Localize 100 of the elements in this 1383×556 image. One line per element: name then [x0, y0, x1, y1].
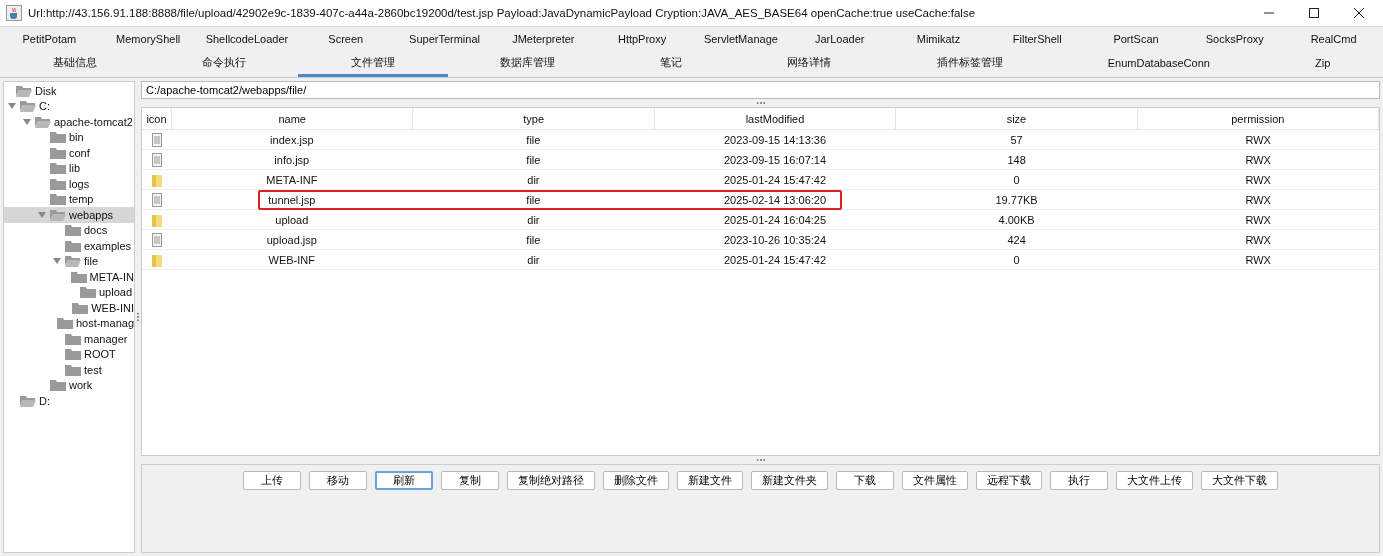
tab[interactable]: 数据库管理 [447, 51, 608, 77]
tab[interactable]: Zip [1262, 51, 1383, 77]
folder-icon [72, 301, 89, 314]
table-cell-text: 2025-01-24 15:47:42 [722, 172, 828, 188]
plugin-tab[interactable]: PetitPotam [0, 27, 99, 51]
tree-item[interactable]: ROOT [84, 348, 116, 361]
table-cell-text: RWX [1244, 152, 1272, 168]
tab[interactable]: 命令执行 [149, 51, 299, 77]
close-icon[interactable] [1353, 7, 1365, 19]
plugin-tab[interactable]: ShellcodeLoader [197, 27, 297, 51]
open-folder-icon [65, 255, 81, 268]
action-button[interactable]: 上传 [243, 471, 301, 490]
table-cell-text: 2025-01-24 15:47:42 [722, 252, 828, 268]
tree-item[interactable]: file [84, 255, 99, 268]
action-button[interactable]: 大文件上传 [1116, 471, 1193, 490]
action-button[interactable]: 远程下载 [976, 471, 1042, 490]
tree-item[interactable]: bin [69, 131, 84, 144]
table-cell-text: index.jsp [269, 132, 315, 148]
column-header[interactable]: name [172, 108, 414, 129]
table-cell-text: RWX [1244, 192, 1272, 208]
table-cell-text: 4.00KB [997, 212, 1036, 228]
tree-item[interactable]: logs [69, 177, 90, 190]
table-cell-text: tunnel.jsp [267, 192, 317, 208]
column-header[interactable]: icon [142, 108, 172, 129]
plugin-tab[interactable]: ServletManage [691, 27, 791, 51]
tree-item[interactable]: docs [84, 224, 108, 237]
tree-item[interactable]: webapps [69, 208, 114, 221]
tree-item[interactable]: conf [69, 146, 90, 159]
folder-icon [50, 162, 66, 175]
plugin-tab[interactable]: Screen [296, 27, 396, 51]
tab[interactable]: 插件标签管理 [884, 51, 1056, 77]
plugin-tab[interactable]: RealCmd [1284, 27, 1383, 51]
tree-item[interactable]: WEB-INI [91, 301, 134, 314]
action-button[interactable]: 移动 [309, 471, 367, 490]
open-folder-icon [20, 100, 36, 113]
table-cell-text: upload [274, 212, 310, 228]
tab[interactable]: 基础信息 [0, 51, 150, 77]
action-button[interactable]: 新建文件夹 [751, 471, 828, 490]
column-header[interactable]: permission [1137, 108, 1380, 129]
folder-icon [65, 332, 81, 345]
tree-item[interactable]: manager [84, 332, 128, 345]
plugin-tab[interactable]: FilterShell [987, 27, 1087, 51]
action-button[interactable]: 复制 [441, 471, 499, 490]
tree-item[interactable]: Disk [35, 84, 57, 97]
document-icon [150, 132, 163, 147]
table-cell-text: 19.77KB [994, 192, 1039, 208]
tab[interactable]: EnumDatabaseConn [1055, 51, 1263, 77]
path-field[interactable]: C:/apache-tomcat2/webapps/file/ [141, 81, 1380, 99]
document-icon [150, 192, 163, 207]
table-cell-text: 2023-09-15 14:13:36 [722, 132, 828, 148]
table-cell-text: RWX [1244, 232, 1272, 248]
tree-item[interactable]: test [84, 363, 102, 376]
tree-item[interactable]: C: [39, 100, 50, 113]
tree-item[interactable]: upload [99, 286, 133, 299]
action-button[interactable]: 大文件下载 [1201, 471, 1278, 490]
action-button[interactable]: 复制绝对路径 [507, 471, 595, 490]
table-cell-text: dir [526, 212, 541, 228]
tree-item[interactable]: META-IN [89, 270, 134, 283]
maximize-icon[interactable] [1308, 7, 1320, 19]
tree-item[interactable]: lib [69, 162, 80, 175]
column-header[interactable]: size [896, 108, 1138, 129]
column-header[interactable]: type [413, 108, 655, 129]
tab[interactable]: 网络详情 [734, 51, 885, 77]
plugin-tab[interactable]: SuperTerminal [395, 27, 494, 51]
plugin-tab[interactable]: Mimikatz [889, 27, 988, 51]
tree-item[interactable]: host-manag [75, 317, 134, 330]
table-cell-text: file [525, 192, 542, 208]
folder-icon [56, 317, 73, 330]
tree-item[interactable]: apache-tomcat2 [54, 115, 133, 128]
window-title: Url:http://43.156.91.188:8888/file/upload/42902e9c-1839-407c-a44a-2860bc19200d/test.jsp Payload:JavaDynamicPayload Cryption:JAVA_AES_BASE64 openCache:true useCache:false [28, 7, 976, 19]
java-cup-icon [6, 5, 22, 21]
tree-item[interactable]: work [69, 379, 93, 392]
tree-item[interactable]: D: [39, 394, 50, 407]
plugin-tab[interactable]: JarLoader [790, 27, 890, 51]
table-cell-text: file [525, 152, 542, 168]
table-cell-text: WEB-INF [267, 252, 316, 268]
action-button[interactable]: 删除文件 [603, 471, 669, 490]
action-button[interactable]: 下载 [836, 471, 894, 490]
plugin-tab[interactable]: SocksProxy [1185, 27, 1285, 51]
table-cell-text: RWX [1244, 132, 1272, 148]
open-folder-icon [35, 115, 51, 128]
folder-icon [150, 212, 163, 227]
tree-item[interactable]: examples [84, 239, 132, 252]
plugin-tab[interactable]: HttpProxy [592, 27, 692, 51]
plugin-tab[interactable]: MemoryShell [98, 27, 198, 51]
document-icon [150, 152, 163, 167]
table-cell-text: RWX [1244, 172, 1272, 188]
open-folder-icon [50, 208, 66, 221]
action-button[interactable]: 文件属性 [902, 471, 968, 490]
action-button[interactable]: 新建文件 [677, 471, 743, 490]
action-button[interactable]: 执行 [1050, 471, 1108, 490]
column-header[interactable]: lastModified [654, 108, 897, 129]
tree-item[interactable]: temp [69, 193, 94, 206]
tab[interactable]: 笔记 [607, 51, 735, 77]
table-cell-text: 0 [1012, 172, 1021, 188]
selected-tree-row[interactable]: webapps [4, 207, 134, 223]
plugin-tab[interactable]: JMeterpreter [493, 27, 593, 51]
plugin-tab[interactable]: PortScan [1086, 27, 1186, 51]
table-cell-text: info.jsp [273, 152, 311, 168]
action-button[interactable]: 刷新 [375, 471, 433, 490]
